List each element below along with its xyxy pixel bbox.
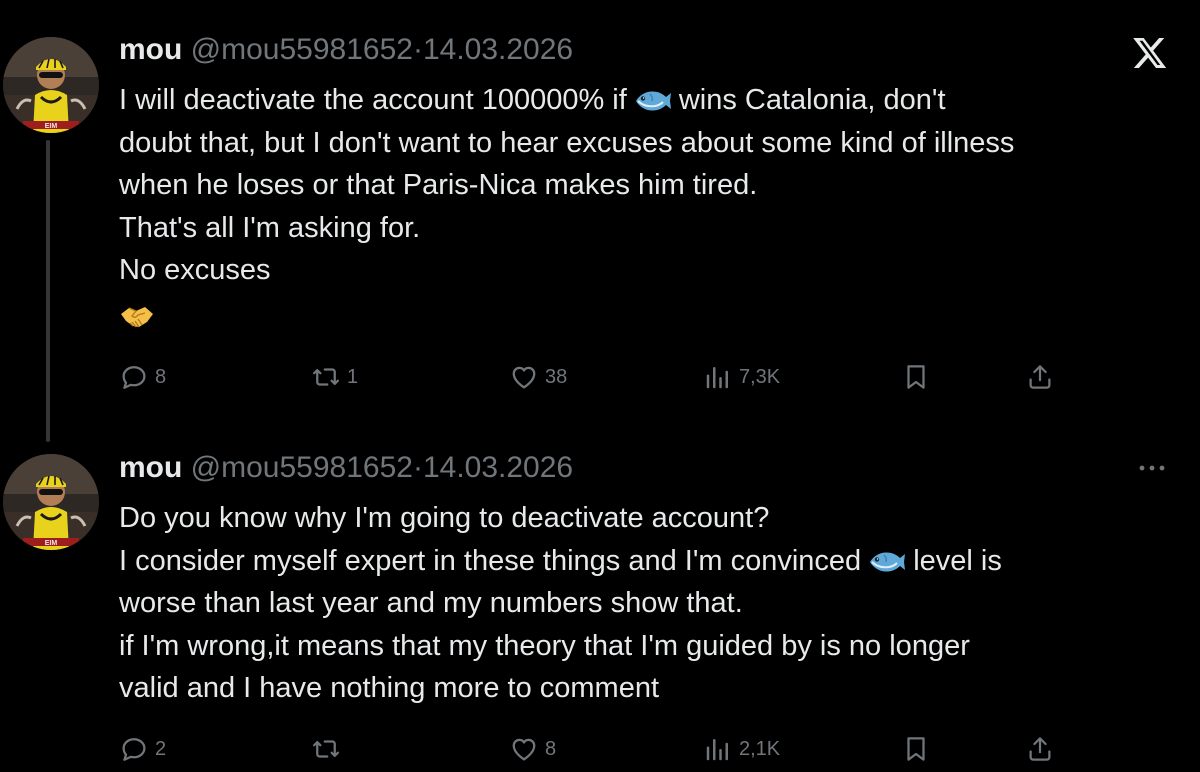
author-name[interactable]: mou (119, 451, 182, 484)
tweet[interactable]: mou @mou55981652·14.03.2026 Do you know … (0, 440, 1200, 772)
fish-icon (867, 547, 907, 577)
bookmark-button[interactable] (901, 731, 937, 767)
text-segment: I will deactivate the account 100000% if (119, 84, 627, 116)
view-count: 2,1K (739, 737, 781, 760)
like-button[interactable]: 38 (509, 359, 567, 395)
author-name[interactable]: mou (119, 33, 182, 66)
action-bar: 2 8 2,1K (119, 731, 1079, 767)
text-segment: wins Catalonia, don't (678, 84, 946, 116)
tweet-date[interactable]: 14.03.2026 (423, 451, 573, 484)
repost-count: 1 (347, 365, 359, 388)
bookmark-icon (901, 734, 931, 764)
separator-dot: · (412, 33, 423, 66)
share-icon (1025, 362, 1055, 392)
repost-icon (311, 734, 341, 764)
text-line: doubt that, but I don't want to hear exc… (119, 126, 1015, 159)
tweet-date[interactable]: 14.03.2026 (423, 33, 573, 66)
avatar[interactable] (3, 454, 99, 550)
text-line: I consider myself expert in these things… (119, 540, 1179, 583)
reply-icon (119, 362, 149, 392)
views-button[interactable]: 2,1K (703, 731, 780, 767)
reply-count: 2 (155, 737, 167, 760)
text-line: worse than last year and my numbers show… (119, 587, 743, 619)
tweet-header: mou @mou55981652·14.03.2026 (119, 450, 573, 486)
bookmark-button[interactable] (901, 359, 937, 395)
like-count: 8 (545, 737, 557, 760)
views-button[interactable]: 7,3K (703, 359, 780, 395)
handshake-icon (121, 306, 153, 327)
like-button[interactable]: 8 (509, 731, 556, 767)
x-logo-icon (1133, 37, 1167, 69)
reply-button[interactable]: 2 (119, 731, 166, 767)
author-handle[interactable]: @mou55981652 (191, 451, 413, 484)
tweet-text: Do you know why I'm going to deactivate … (119, 497, 1179, 710)
thread-connector-line (46, 140, 50, 442)
tweet[interactable]: mou @mou55981652·14.03.2026 I will deact… (0, 0, 1200, 442)
reply-button[interactable]: 8 (119, 359, 166, 395)
text-line: I will deactivate the account 100000% if… (119, 79, 1179, 122)
reply-count: 8 (155, 365, 167, 388)
author-handle[interactable]: @mou55981652 (191, 33, 413, 66)
repost-button[interactable] (311, 731, 347, 767)
text-segment: level is (913, 544, 1002, 577)
tweet-text: I will deactivate the account 100000% if… (119, 79, 1179, 332)
text-line: if I'm wrong,it means that my theory tha… (119, 629, 970, 662)
analytics-icon (703, 362, 733, 392)
text-line: Do you know why I'm going to deactivate … (119, 502, 770, 534)
tweet-header: mou @mou55981652·14.03.2026 (119, 32, 573, 68)
text-line: That's all I'm asking for. (119, 211, 421, 244)
reply-icon (119, 734, 149, 764)
heart-icon (509, 734, 539, 764)
share-button[interactable] (1025, 359, 1061, 395)
avatar[interactable] (3, 37, 99, 133)
action-bar: 8 1 38 7,3K (119, 359, 1079, 395)
like-count: 38 (545, 365, 568, 388)
fish-icon (633, 86, 673, 116)
repost-button[interactable]: 1 (311, 359, 358, 395)
more-options-icon[interactable] (1137, 462, 1167, 474)
text-segment: I consider myself expert in these things… (119, 544, 862, 577)
text-line: No excuses (119, 254, 271, 286)
share-icon (1025, 734, 1055, 764)
view-count: 7,3K (739, 365, 781, 388)
share-button[interactable] (1025, 731, 1061, 767)
text-line: when he loses or that Paris-Nica makes h… (119, 169, 758, 201)
text-line: valid and I have nothing more to comment (119, 672, 660, 704)
bookmark-icon (901, 362, 931, 392)
repost-icon (311, 362, 341, 392)
analytics-icon (703, 734, 733, 764)
heart-icon (509, 362, 539, 392)
separator-dot: · (412, 451, 423, 484)
